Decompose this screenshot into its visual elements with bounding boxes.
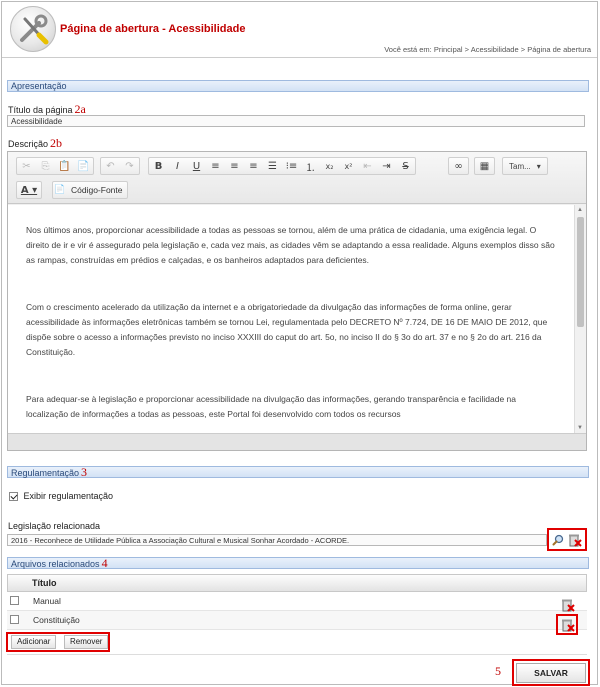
align-center-icon[interactable]: ≡ [225, 158, 244, 174]
size-dropdown-label: Tam... [509, 161, 531, 171]
titulo-label-text: Título da página [8, 105, 73, 115]
titulo-input[interactable]: Acessibilidade [7, 115, 585, 127]
exibir-row: Exibir regulamentação [9, 491, 114, 502]
editor-content[interactable]: Nos últimos anos, proporcionar acessibil… [8, 205, 574, 433]
align-right-icon[interactable]: ≡ [244, 158, 263, 174]
column-header-titulo: Título [7, 574, 587, 592]
chevron-down-icon: ▾ [536, 161, 541, 171]
link-icon[interactable]: ∞ [449, 158, 468, 174]
divider [7, 654, 587, 655]
format-group: B I U ≡ ≡ ≡ ☰ ⁝≡ ⒈ x₂ x² ⇤ ⇥ S [148, 157, 416, 175]
annotation-2a: 2a [74, 102, 86, 116]
indent-icon[interactable]: ⇥ [377, 158, 396, 174]
exibir-checkbox[interactable] [9, 492, 18, 502]
files-table: Título Manual Constituição [7, 574, 587, 630]
annotation-4: 4 [101, 556, 108, 570]
copy-icon[interactable]: ⎘ [36, 158, 55, 174]
text-color-icon: A ▾ [20, 184, 38, 196]
table-row[interactable]: Constituição [7, 611, 587, 630]
italic-button[interactable]: I [168, 158, 187, 174]
legislacao-label: Legislação relacionada [8, 521, 101, 531]
breadcrumb: Você está em: Principal > Acessibilidade… [384, 45, 591, 54]
section-apresentacao: Apresentação [7, 80, 589, 92]
editor-statusbar [8, 433, 586, 450]
delete-icon[interactable] [567, 532, 582, 547]
table-icon[interactable]: ▦ [475, 158, 494, 174]
tools-logo-icon [10, 6, 56, 52]
redo-icon[interactable]: ↷ [120, 158, 139, 174]
section-arquivos-label: Arquivos relacionados [11, 559, 100, 569]
annotation-5: 5 [495, 664, 501, 678]
table-row[interactable]: Manual [7, 592, 587, 611]
editor-toolbar: ✂ ⎘ 📋 📄 ↶ ↷ B I U ≡ ≡ ≡ ☰ ⁝≡ ⒈ x₂ x² ⇤ ⇥… [8, 152, 586, 204]
row-title: Manual [33, 596, 61, 606]
size-dropdown[interactable]: Tam... ▾ [502, 157, 548, 175]
link-group: ∞ [448, 157, 469, 175]
paste-text-icon[interactable]: 📄 [74, 158, 93, 174]
history-group: ↶ ↷ [100, 157, 140, 175]
subscript-button[interactable]: x₂ [320, 158, 339, 174]
content-paragraph-1: Nos últimos anos, proporcionar acessibil… [26, 225, 555, 265]
scroll-down-icon[interactable]: ▼ [577, 425, 583, 431]
adicionar-button[interactable]: Adicionar [11, 635, 57, 649]
exibir-label: Exibir regulamentação [23, 491, 114, 501]
source-code-button[interactable]: 📄 Código-Fonte [52, 181, 128, 199]
align-justify-icon[interactable]: ☰ [263, 158, 282, 174]
bold-button[interactable]: B [149, 158, 168, 174]
annotation-2b: 2b [50, 136, 63, 150]
text-color-button[interactable]: A ▾ [16, 181, 42, 199]
rich-text-editor: ✂ ⎘ 📋 📄 ↶ ↷ B I U ≡ ≡ ≡ ☰ ⁝≡ ⒈ x₂ x² ⇤ ⇥… [7, 151, 587, 451]
outdent-icon[interactable]: ⇤ [358, 158, 377, 174]
clipboard-group: ✂ ⎘ 📋 📄 [16, 157, 94, 175]
cut-icon[interactable]: ✂ [17, 158, 36, 174]
paste-icon[interactable]: 📋 [55, 158, 74, 174]
search-icon[interactable] [551, 533, 565, 547]
superscript-button[interactable]: x² [339, 158, 358, 174]
page-title: Página de abertura - Acessibilidade [60, 23, 246, 35]
source-code-icon: 📄 [54, 185, 66, 195]
content-paragraph-3: Para adequar-se à legislação e proporcio… [26, 394, 517, 419]
delete-icon[interactable] [560, 597, 575, 612]
scroll-thumb[interactable] [577, 217, 584, 327]
annotation-3: 3 [81, 465, 88, 479]
page-frame: Página de abertura - Acessibilidade Você… [1, 1, 598, 686]
section-regulamentacao: Regulamentação 3 [7, 466, 589, 478]
page-header: Página de abertura - Acessibilidade Você… [2, 2, 597, 58]
align-left-icon[interactable]: ≡ [206, 158, 225, 174]
editor-scrollbar[interactable]: ▲ ▼ [574, 205, 586, 433]
row-checkbox[interactable] [10, 615, 19, 624]
table-group: ▦ [474, 157, 495, 175]
save-button[interactable]: SALVAR [516, 663, 586, 683]
remover-button[interactable]: Remover [64, 635, 109, 649]
row-checkbox[interactable] [10, 596, 19, 605]
numbered-list-icon[interactable]: ⒈ [301, 158, 320, 174]
descricao-label-text: Descrição [8, 139, 49, 149]
strikethrough-button[interactable]: S [396, 158, 415, 174]
row-title: Constituição [33, 615, 80, 625]
source-code-label: Código-Fonte [71, 185, 123, 195]
undo-icon[interactable]: ↶ [101, 158, 120, 174]
section-regulamentacao-label: Regulamentação [11, 468, 80, 478]
scroll-up-icon[interactable]: ▲ [577, 207, 583, 213]
content-paragraph-2: Com o crescimento acelerado da utilizaçã… [26, 302, 548, 357]
bullet-list-icon[interactable]: ⁝≡ [282, 158, 301, 174]
section-arquivos: Arquivos relacionados 4 [7, 557, 589, 569]
legislacao-field[interactable]: 2016 - Reconhece de Utilidade Pública a … [7, 534, 547, 546]
underline-button[interactable]: U [187, 158, 206, 174]
descricao-label: Descrição 2b [8, 136, 62, 151]
delete-icon[interactable] [560, 617, 575, 632]
